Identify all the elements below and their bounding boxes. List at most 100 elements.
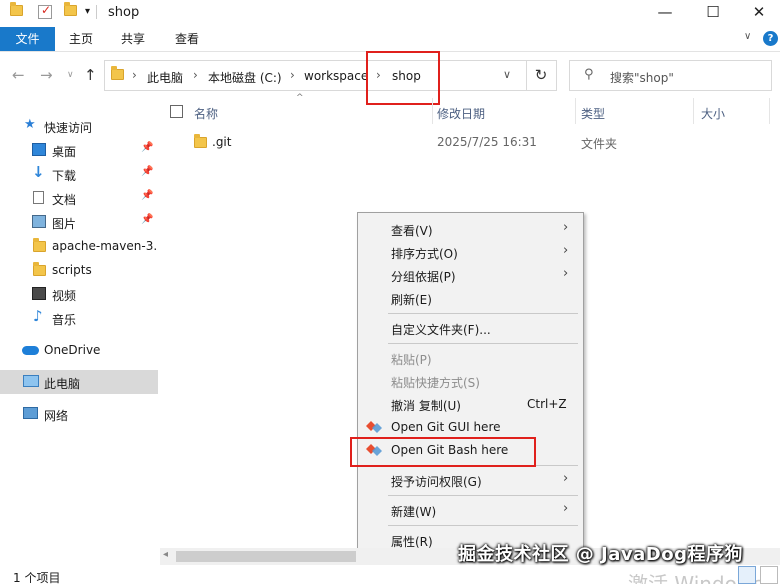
nav-this-pc[interactable]: 此电脑 — [0, 370, 158, 394]
menu-item-group[interactable]: 分组依据(P) › — [358, 264, 583, 287]
menu-divider — [388, 525, 578, 526]
computer-icon — [23, 375, 39, 387]
menu-item-undo-copy[interactable]: 撤消 复制(U) Ctrl+Z — [358, 393, 583, 416]
column-divider — [432, 98, 433, 124]
search-icon: ⚲ — [584, 67, 594, 82]
pin-icon[interactable]: 📌 — [141, 214, 153, 225]
nav-item-desktop[interactable]: 桌面 📌 — [0, 138, 158, 162]
column-divider — [575, 98, 576, 124]
table-row[interactable]: .git 2025/7/25 16:31 文件夹 — [160, 130, 780, 154]
menu-divider — [388, 343, 578, 344]
menu-item-give-access[interactable]: 授予访问权限(G) › — [358, 469, 583, 492]
sort-ascending-icon: ^ — [296, 93, 304, 103]
help-icon[interactable]: ? — [763, 31, 778, 46]
folder-icon — [111, 66, 124, 83]
pin-icon[interactable]: 📌 — [141, 166, 153, 177]
column-size[interactable]: 大小 — [701, 105, 725, 122]
shortcut-label: Ctrl+Z — [527, 397, 567, 411]
chevron-right-icon: › — [563, 266, 569, 281]
chevron-right-icon[interactable]: › — [290, 68, 295, 82]
menu-item-refresh[interactable]: 刷新(E) — [358, 287, 583, 310]
nav-item-videos[interactable]: 视频 — [0, 282, 158, 306]
properties-icon[interactable]: ✓ — [38, 3, 52, 19]
column-modified[interactable]: 修改日期 — [437, 105, 485, 122]
refresh-button[interactable]: ↻ — [526, 60, 557, 91]
details-view-button[interactable] — [738, 566, 756, 584]
nav-item-pictures[interactable]: 图片 📌 — [0, 210, 158, 234]
highlight-box-git-bash — [350, 437, 536, 467]
music-icon: ♪ — [33, 307, 43, 325]
minimize-button[interactable]: — — [642, 0, 688, 27]
nav-item-documents[interactable]: 文档 📌 — [0, 186, 158, 210]
nav-item-downloads[interactable]: ↓ 下载 📌 — [0, 162, 158, 186]
large-icons-view-button[interactable] — [760, 566, 778, 584]
menu-item-paste-shortcut: 粘贴快捷方式(S) — [391, 376, 480, 390]
nav-item-music[interactable]: ♪ 音乐 — [0, 306, 158, 330]
maximize-button[interactable]: ☐ — [690, 0, 736, 27]
star-icon: ★ — [24, 117, 36, 132]
menu-divider — [388, 495, 578, 496]
select-all-checkbox[interactable] — [170, 105, 183, 118]
tab-home[interactable]: 主页 — [60, 27, 102, 51]
watermark: 掘金技术社区 @ JavaDog程序狗 — [458, 544, 743, 565]
menu-item-customize-folder[interactable]: 自定义文件夹(F)... — [358, 317, 583, 340]
title-bar: ✓ ▾ shop — ☐ ✕ — [0, 0, 780, 27]
nav-network[interactable]: 网络 — [0, 402, 158, 426]
nav-onedrive[interactable]: OneDrive — [0, 338, 158, 362]
menu-item-view[interactable]: 查看(V) › — [358, 218, 583, 241]
document-icon — [33, 191, 44, 204]
address-bar[interactable]: › 此电脑 › 本地磁盘 (C:) › workspace › shop ∨ — [104, 60, 527, 91]
window-title: shop — [108, 5, 140, 20]
nav-item-scripts[interactable]: scripts — [0, 258, 158, 282]
breadcrumb-local-disk[interactable]: 本地磁盘 (C:) — [208, 69, 282, 86]
scrollbar-thumb[interactable] — [176, 551, 356, 562]
back-icon[interactable]: ← — [12, 66, 25, 84]
ribbon-tabs: 文件 主页 共享 查看 ∨ ? — [0, 27, 780, 52]
new-folder-icon[interactable] — [64, 2, 77, 21]
menu-item-paste: 粘贴(P) — [391, 353, 432, 367]
tab-file[interactable]: 文件 — [0, 27, 55, 51]
file-name: .git — [212, 135, 232, 149]
search-input[interactable]: ⚲ 搜索"shop" — [569, 60, 772, 91]
column-type[interactable]: 类型 — [581, 105, 605, 122]
tab-view[interactable]: 查看 — [166, 27, 208, 51]
pin-icon[interactable]: 📌 — [141, 142, 153, 153]
breadcrumb-this-pc[interactable]: 此电脑 — [147, 69, 183, 86]
folder-icon — [10, 2, 23, 21]
tab-share[interactable]: 共享 — [112, 27, 154, 51]
chevron-right-icon: › — [563, 220, 569, 235]
column-divider — [693, 98, 694, 124]
context-menu: 查看(V) › 排序方式(O) › 分组依据(P) › 刷新(E) 自定义文件夹… — [357, 212, 584, 557]
network-icon — [23, 407, 38, 419]
address-dropdown-icon[interactable]: ∨ — [503, 68, 511, 81]
desktop-icon — [32, 143, 46, 156]
folder-icon — [194, 134, 207, 151]
status-item-count: 1 个项目 — [13, 571, 61, 584]
folder-icon — [33, 238, 46, 255]
close-button[interactable]: ✕ — [736, 0, 780, 27]
column-name[interactable]: 名称 — [194, 105, 218, 122]
up-icon[interactable]: ↑ — [84, 66, 97, 84]
nav-quick-access[interactable]: ★ 快速访问 — [0, 114, 158, 138]
menu-item-sort[interactable]: 排序方式(O) › — [358, 241, 583, 264]
explorer-window: ✓ ▾ shop — ☐ ✕ 文件 主页 共享 查看 ∨ ? ← → ∨ ↑ ›… — [0, 0, 780, 584]
column-divider — [769, 98, 770, 124]
search-placeholder: 搜索"shop" — [610, 71, 674, 85]
scroll-left-icon[interactable]: ◂ — [163, 549, 168, 560]
menu-item-new[interactable]: 新建(W) › — [358, 499, 583, 522]
download-icon: ↓ — [32, 163, 45, 181]
picture-icon — [32, 215, 46, 228]
menu-item-open-git-gui[interactable]: Open Git GUI here — [358, 416, 583, 439]
pin-icon[interactable]: 📌 — [141, 190, 153, 201]
breadcrumb-workspace[interactable]: workspace — [304, 69, 368, 83]
forward-icon[interactable]: → — [40, 66, 53, 84]
chevron-right-icon[interactable]: › — [193, 68, 198, 82]
recent-locations-icon[interactable]: ∨ — [67, 70, 74, 80]
git-gui-icon — [366, 421, 382, 433]
chevron-down-icon[interactable]: ∨ — [744, 31, 751, 42]
nav-item-apache-maven[interactable]: apache-maven-3.6 — [0, 234, 158, 258]
column-header-row: ^ 名称 修改日期 类型 大小 — [160, 93, 780, 126]
quick-access-dropdown-icon[interactable]: ▾ — [85, 6, 90, 22]
cloud-icon — [22, 346, 39, 355]
chevron-right-icon[interactable]: › — [132, 68, 137, 82]
